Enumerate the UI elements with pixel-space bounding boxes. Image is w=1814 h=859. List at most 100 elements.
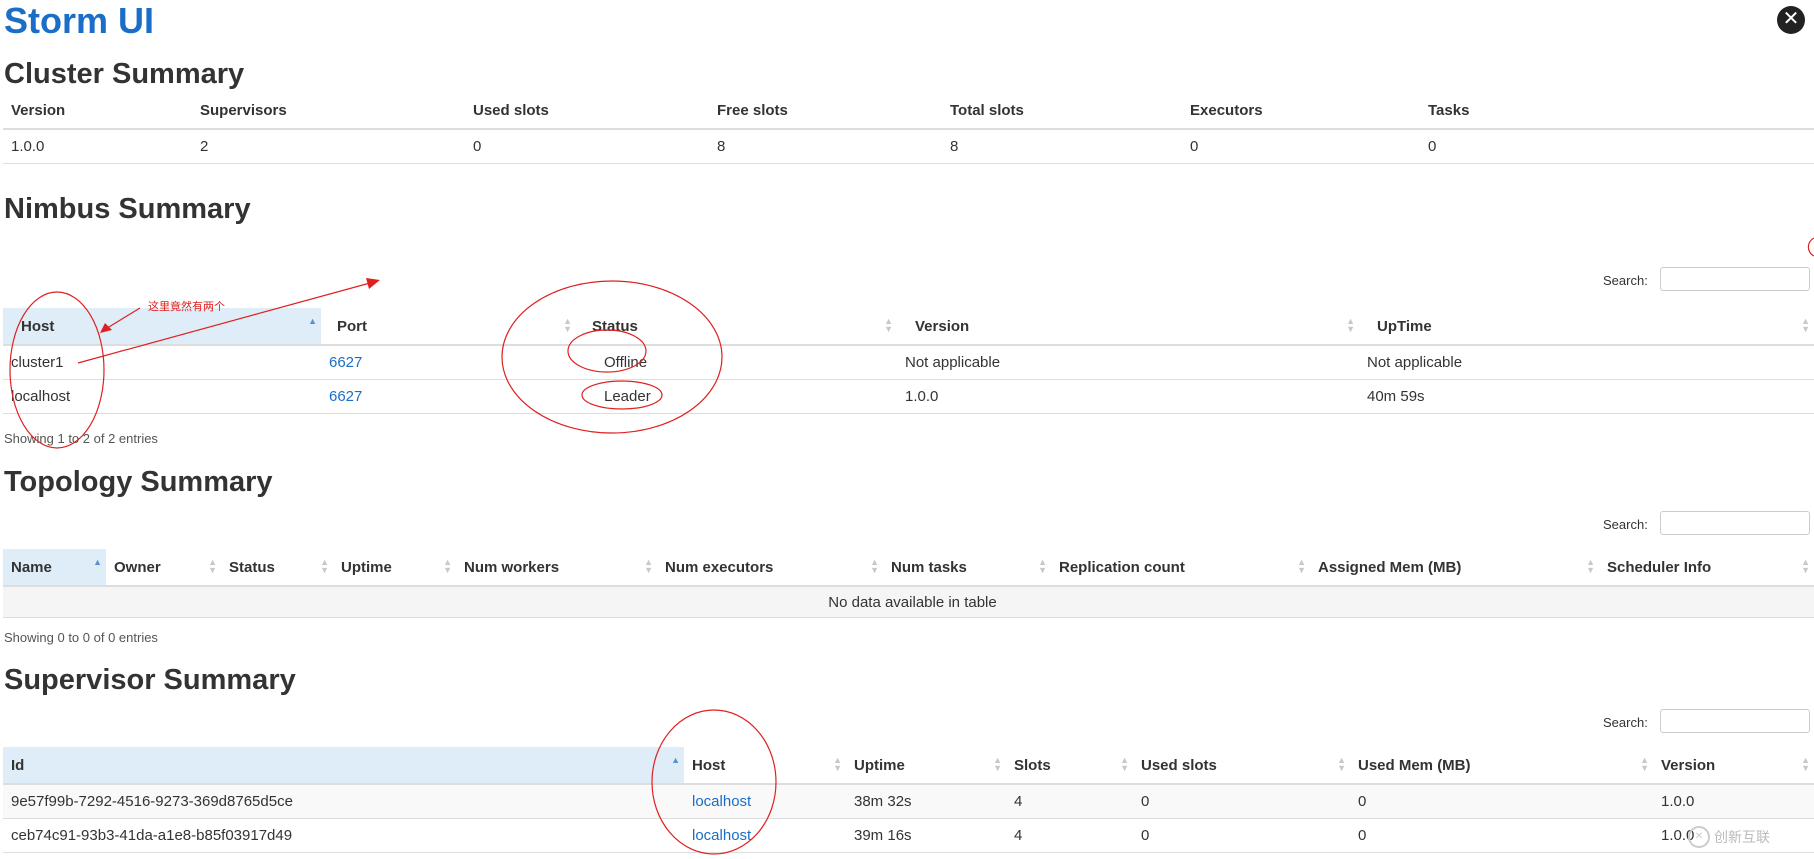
nimbus-table-info: Showing 1 to 2 of 2 entries [4,431,158,446]
column-header-status[interactable]: Status ▲ ▼ [576,308,897,346]
column-header-uptime[interactable]: Uptime ▲ ▼ [846,747,1006,785]
annotation-partial-circle [1807,237,1814,257]
cell-uptime: 38m 32s [846,784,1006,819]
table-row: 9e57f99b-7292-4516-9273-369d8765d5ce loc… [3,784,1814,819]
column-header-used-slots: Used slots [465,92,709,130]
sort-ascending-icon: ▲▼ [308,316,317,326]
column-header-status[interactable]: Status ▲ ▼ [221,549,333,587]
host-link[interactable]: localhost [692,793,751,810]
cell-uptime: 39m 16s [846,818,1006,853]
cell-status: Offline [576,345,897,380]
sort-icon: ▲ ▼ [644,557,653,575]
supervisor-search-input[interactable] [1660,709,1810,733]
topology-summary-title: Topology Summary [4,466,273,498]
port-link[interactable]: 6627 [329,354,362,371]
sort-icon: ▲ ▼ [563,316,572,334]
cell-uptime: Not applicable [1359,345,1814,380]
watermark-logo-icon: ✕ [1688,826,1710,848]
cell-used-mem: 0 [1350,784,1653,819]
column-header-port[interactable]: Port ▲ ▼ [321,308,576,346]
sort-ascending-icon: ▲▼ [93,557,102,567]
supervisor-summary-table: Id▲▼ Host▲▼ Uptime▲▼ Slots▲▼ Used slots▲… [3,747,1814,853]
watermark-text: 创新互联 [1714,829,1770,845]
column-header-used-mem[interactable]: Used Mem (MB) ▲ ▼ [1350,747,1653,785]
sort-icon: ▲ ▼ [884,316,893,334]
column-header-scheduler-info[interactable]: Scheduler Info ▲ ▼ [1599,549,1814,587]
sort-icon: ▲ ▼ [1120,755,1129,773]
cell-id: ceb74c91-93b3-41da-a1e8-b85f03917d49 [3,818,684,853]
sort-icon: ▲ ▼ [993,755,1002,773]
sort-icon: ▲ ▼ [1346,316,1355,334]
column-header-slots[interactable]: Slots ▲ ▼ [1006,747,1133,785]
sort-icon: ▲ ▼ [443,557,452,575]
column-header-owner[interactable]: Owner ▲ ▼ [106,549,221,587]
empty-table-message: No data available in table [3,586,1814,618]
sort-icon: ▲ ▼ [1801,557,1810,575]
port-link[interactable]: 6627 [329,388,362,405]
column-header-version[interactable]: Version ▲ ▼ [1653,747,1814,785]
topology-search-input[interactable] [1660,511,1810,535]
cell-version: 1.0.0 [1653,784,1814,819]
cell-used-mem: 0 [1350,818,1653,853]
sort-icon: ▲ ▼ [1586,557,1595,575]
column-header-tasks: Tasks [1420,92,1814,130]
column-header-id[interactable]: Id▲▼ [3,747,684,785]
column-header-uptime[interactable]: Uptime ▲ ▼ [333,549,456,587]
cell-status: Leader [576,379,897,414]
column-header-total-slots: Total slots [942,92,1182,130]
nimbus-summary-title: Nimbus Summary [4,193,251,225]
sort-icon: ▲ ▼ [1038,557,1047,575]
sort-icon: ▲ ▼ [1297,557,1306,575]
topology-summary-table: Name▲▼ Owner▲▼ Status▲▼ Uptime▲▼ Num wor… [3,549,1814,618]
table-row: cluster1 6627 Offline Not applicable Not… [3,345,1814,380]
table-row: ceb74c91-93b3-41da-a1e8-b85f03917d49 loc… [3,818,1814,853]
cell-version: 1.0.0 [897,379,1359,414]
cell-host: cluster1 [3,345,321,380]
column-header-version: Version [3,92,192,130]
topology-table-info: Showing 0 to 0 of 0 entries [4,630,158,645]
host-link[interactable]: localhost [692,827,751,844]
cluster-summary-title: Cluster Summary [4,58,245,90]
column-header-uptime[interactable]: UpTime ▲ ▼ [1359,308,1814,346]
sort-icon: ▲ ▼ [1801,755,1810,773]
cell-used-slots: 0 [1133,818,1350,853]
supervisor-search-label: Search: [1603,715,1648,730]
column-header-name[interactable]: Name▲▼ [3,549,106,587]
column-header-num-workers[interactable]: Num workers ▲ ▼ [456,549,657,587]
nimbus-summary-table: Host▲▼ Port▲▼ Status▲▼ Version▲▼ UpTime▲… [3,308,1814,414]
column-header-num-executors[interactable]: Num executors ▲ ▼ [657,549,883,587]
table-row: 1.0.0 2 0 8 8 0 0 [3,129,1814,164]
cell-tasks: 0 [1420,129,1814,164]
cell-slots: 4 [1006,784,1133,819]
column-header-assigned-mem[interactable]: Assigned Mem (MB) ▲ ▼ [1310,549,1599,587]
sort-icon: ▲ ▼ [320,557,329,575]
annotation-arrowhead [366,278,380,289]
cell-version: 1.0.0 [3,129,192,164]
sort-icon: ▲ ▼ [1801,316,1810,334]
column-header-executors: Executors [1182,92,1420,130]
sort-icon: ▲ ▼ [870,557,879,575]
cell-supervisors: 2 [192,129,465,164]
column-header-num-tasks[interactable]: Num tasks ▲ ▼ [883,549,1051,587]
nimbus-search-input[interactable] [1660,267,1810,291]
sort-icon: ▲ ▼ [833,755,842,773]
cell-executors: 0 [1182,129,1420,164]
close-icon[interactable]: ✕ [1777,6,1805,34]
table-row: localhost 6627 Leader 1.0.0 40m 59s [3,379,1814,414]
cell-version: Not applicable [897,345,1359,380]
column-header-supervisors: Supervisors [192,92,465,130]
cell-used-slots: 0 [465,129,709,164]
column-header-replication-count[interactable]: Replication count ▲ ▼ [1051,549,1310,587]
cell-total-slots: 8 [942,129,1182,164]
column-header-version[interactable]: Version ▲ ▼ [897,308,1359,346]
supervisor-summary-title: Supervisor Summary [4,664,296,696]
cluster-summary-table: Version Supervisors Used slots Free slot… [3,92,1814,164]
column-header-used-slots[interactable]: Used slots ▲ ▼ [1133,747,1350,785]
app-title[interactable]: Storm UI [4,0,154,42]
cell-slots: 4 [1006,818,1133,853]
table-row: No data available in table [3,586,1814,618]
column-header-host[interactable]: Host▲▼ [684,747,846,785]
cell-used-slots: 0 [1133,784,1350,819]
topology-search-label: Search: [1603,517,1648,532]
nimbus-search-label: Search: [1603,273,1648,288]
